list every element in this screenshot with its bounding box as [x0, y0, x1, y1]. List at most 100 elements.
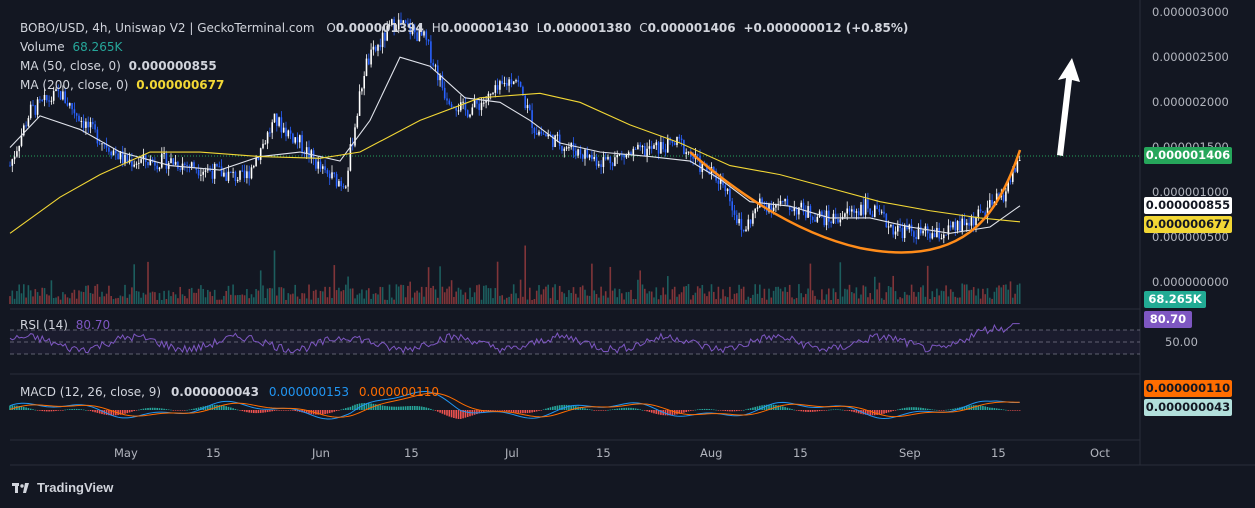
macd-histogram-bar [322, 410, 324, 415]
volume-bar [416, 290, 418, 304]
macd-histogram-bar [609, 409, 612, 411]
macd-histogram-bar [278, 410, 280, 411]
macd-histogram-bar [57, 410, 60, 411]
macd-histogram-bar [995, 408, 998, 410]
chart-canvas[interactable] [0, 0, 1255, 508]
volume-bar [89, 292, 92, 304]
candle-body [899, 225, 901, 228]
volume-bar [552, 287, 554, 304]
macd-histogram-bar [533, 410, 536, 413]
volume-bar [857, 298, 860, 304]
volume-bar [648, 291, 651, 304]
price-tick: 0.000003000 [1152, 5, 1229, 19]
macd-histogram-bar [604, 410, 607, 411]
macd-histogram-bar [75, 408, 78, 410]
macd-histogram-bar [729, 410, 731, 412]
macd-histogram-bar [508, 410, 510, 412]
volume-bar [9, 296, 11, 304]
candle-body [432, 62, 434, 66]
candle-body [239, 170, 241, 180]
volume-bar [738, 284, 740, 304]
candle-body [844, 213, 846, 217]
macd-histogram-bar [517, 410, 520, 413]
volume-bar [683, 286, 685, 304]
volume-bar [499, 295, 501, 304]
macd-histogram-bar [225, 406, 227, 410]
volume-bar [188, 288, 191, 304]
macd-histogram-bar [646, 410, 648, 412]
volume-bar [190, 287, 193, 304]
volume-legend[interactable]: Volume 68.265K [20, 40, 122, 54]
macd-histogram-bar [814, 410, 816, 412]
candle-body [144, 154, 147, 163]
macd-histogram-bar [193, 408, 195, 410]
macd-histogram-bar [379, 405, 382, 410]
macd-histogram-bar [510, 410, 513, 412]
time-tick: Oct [1090, 446, 1110, 460]
candle-body [115, 150, 117, 154]
macd-histogram-bar [618, 408, 621, 410]
volume-bar [788, 284, 791, 304]
candle-body [163, 153, 165, 155]
macd-histogram-bar [683, 410, 685, 413]
candle-body [563, 148, 566, 151]
volume-bar [487, 288, 490, 304]
macd-histogram-bar [414, 405, 416, 410]
volume-bar [623, 299, 625, 304]
open-label: O [326, 21, 336, 35]
candle-body [972, 217, 975, 226]
volume-bar [977, 288, 980, 304]
volume-bar [85, 285, 87, 304]
macd-histogram-bar [802, 410, 805, 412]
volume-bar [749, 298, 752, 304]
volume-bar [264, 298, 267, 304]
candle-body [69, 103, 71, 106]
ma200-legend[interactable]: MA (200, close, 0) 0.000000677 [20, 78, 224, 92]
candle-body [805, 211, 807, 218]
candle-body [483, 102, 485, 104]
macd-histogram-bar [496, 410, 499, 411]
candle-body [29, 104, 32, 119]
macd-histogram-bar [266, 410, 269, 413]
volume-bar [289, 294, 292, 304]
macd-tag: 0.000000043 [1144, 399, 1232, 416]
candle-body [356, 115, 359, 128]
tradingview-logo[interactable]: TradingView [12, 480, 113, 495]
macd-histogram-bar [446, 410, 448, 416]
candle-body [933, 233, 936, 238]
macd-histogram-bar [591, 409, 593, 411]
volume-bar [922, 285, 924, 304]
candle-body [611, 163, 614, 166]
candle-body [584, 149, 586, 159]
ma50-legend[interactable]: MA (50, close, 0) 0.000000855 [20, 59, 217, 73]
volume-bar [345, 284, 347, 304]
candle-body [18, 145, 20, 152]
candle-body [991, 200, 993, 205]
volume-bar [637, 279, 639, 304]
time-tick: May [114, 446, 138, 460]
volume-bar [356, 294, 359, 304]
candle-body [726, 188, 729, 192]
volume-bar [179, 286, 181, 304]
rsi-legend[interactable]: RSI (14) 80.70 [20, 318, 110, 332]
candle-body [46, 95, 48, 101]
macd-histogram-bar [236, 409, 239, 411]
volume-bar [496, 261, 499, 304]
symbol-title[interactable]: BOBO/USD, 4h, Uniswap V2 | GeckoTerminal… [20, 21, 315, 35]
candle-body [883, 211, 885, 214]
volume-bar [464, 292, 467, 304]
macd-legend[interactable]: MACD (12, 26, close, 9) 0.000000043 0.00… [20, 385, 439, 399]
candle-body [253, 166, 255, 168]
candle-body [699, 155, 701, 172]
macd-histogram-bar [512, 410, 515, 413]
volume-bar [701, 284, 704, 304]
candle-body [745, 229, 747, 232]
macd-histogram-bar [936, 409, 938, 411]
tradingview-icon [12, 482, 29, 493]
macd-histogram-bar [94, 410, 96, 413]
macd-histogram-bar [1007, 410, 1009, 411]
macd-histogram-bar [66, 409, 69, 411]
volume-bar [910, 284, 913, 304]
volume-bar [324, 286, 326, 304]
volume-bar [577, 297, 579, 304]
